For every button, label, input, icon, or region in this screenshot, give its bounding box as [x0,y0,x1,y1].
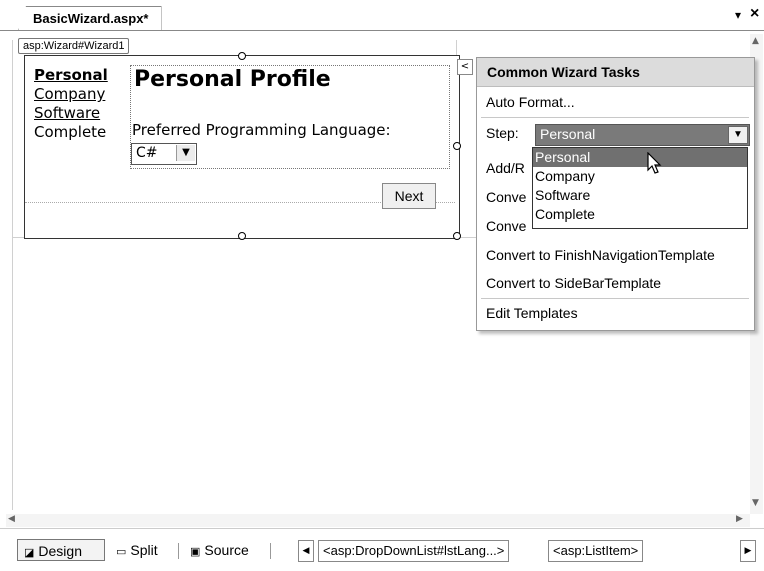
language-label: Preferred Programming Language: [132,121,391,139]
step-title: Personal Profile [134,67,331,92]
sidebar-item-complete: Complete [34,123,107,141]
smart-tag-collapse-icon[interactable]: < [457,59,473,75]
sidebar-link-company[interactable]: Company [34,85,108,104]
close-document-icon[interactable]: × [750,5,759,23]
design-icon: ◪ [24,547,35,559]
mouse-cursor-icon [647,152,662,174]
task-divider [481,117,749,118]
sidebar-link-software[interactable]: Software [34,104,108,123]
auto-format-link[interactable]: Auto Format... [486,94,575,110]
breadcrumb-listitem[interactable]: <asp:ListItem> [548,540,644,562]
resize-handle-right[interactable] [453,142,461,150]
step-dropdown-list[interactable]: Personal Company Software Complete [532,147,748,229]
design-view-button[interactable]: ◪ Design [17,539,105,561]
task-divider [481,298,749,299]
source-view-label: Source [204,542,249,558]
next-button[interactable]: Next [382,183,436,209]
wizard-control-tag: asp:Wizard#Wizard1 [18,38,130,54]
convert-to-step-navigation-template-link[interactable]: Conve [486,218,526,234]
resize-handle-top[interactable] [238,52,246,60]
step-label: Step: [486,125,519,141]
scroll-up-icon[interactable]: ▲ [752,36,759,46]
tab-strip-divider [0,30,764,31]
step-option-company[interactable]: Company [533,167,747,186]
view-separator [270,543,271,559]
resize-handle-corner[interactable] [453,232,461,240]
resize-handle-bottom[interactable] [238,232,246,240]
step-option-complete[interactable]: Complete [533,205,747,224]
breadcrumb-right-icon[interactable]: ▶ [740,540,756,562]
breadcrumb-dropdownlist[interactable]: <asp:DropDownList#lstLang...> [318,540,510,562]
convert-to-sidebar-template-link[interactable]: Convert to SideBarTemplate [486,275,661,291]
document-tab[interactable]: BasicWizard.aspx* [18,6,162,31]
convert-to-start-navigation-template-link[interactable]: Conve [486,189,526,205]
convert-to-finish-navigation-template-link[interactable]: Convert to FinishNavigationTemplate [486,247,715,263]
scroll-right-icon[interactable]: ▶ [736,514,743,524]
edit-templates-link[interactable]: Edit Templates [486,305,578,321]
tasks-panel-title: Common Wizard Tasks [487,64,640,80]
sidebar-link-personal[interactable]: Personal [34,66,108,85]
chevron-down-icon[interactable]: ▼ [728,126,748,144]
wizard-sidebar: Personal Company Software Complete [34,66,108,142]
step-option-personal[interactable]: Personal [533,148,747,167]
guide-line-left [12,40,13,510]
window-list-dropdown-icon[interactable]: ▾ [735,8,741,22]
split-icon: ▭ [116,546,127,558]
source-view-button[interactable]: ▣ Source [190,539,249,561]
scroll-down-icon[interactable]: ▼ [752,498,759,508]
view-separator [178,543,179,559]
split-view-label: Split [130,542,158,558]
add-remove-wizard-steps-link[interactable]: Add/R [486,160,525,176]
scroll-left-icon[interactable]: ◀ [8,514,15,524]
step-dropdown[interactable]: Personal ▼ [535,124,750,146]
horizontal-scrollbar[interactable]: ◀ ▶ [6,514,750,527]
split-view-button[interactable]: ▭ Split [116,539,158,561]
step-option-software[interactable]: Software [533,186,747,205]
chevron-down-icon[interactable]: ▼ [176,145,195,161]
breadcrumb-left-icon[interactable]: ◀ [298,540,314,562]
step-dropdown-value: Personal [540,126,596,142]
language-dropdown[interactable]: C# ▼ [131,143,197,165]
view-switcher-bar: ◪ Design ▭ Split ▣ Source ◀ <asp:DropDownLi… [0,528,764,571]
tasks-panel-header: Common Wizard Tasks [477,58,754,87]
source-icon: ▣ [190,546,201,558]
design-view-label: Design [38,543,82,559]
language-dropdown-value: C# [136,145,158,161]
